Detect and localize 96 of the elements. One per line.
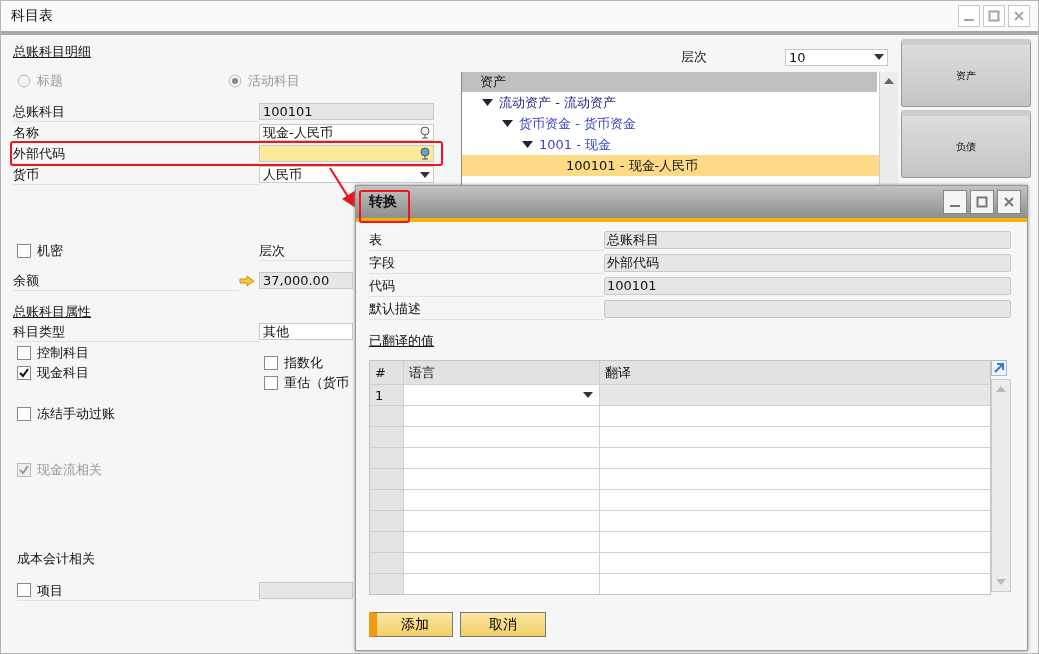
field-label: 外部代码 (13, 143, 259, 164)
checkbox-label: 指数化 (284, 354, 323, 372)
radio-label: 标题 (37, 72, 63, 90)
expand-icon[interactable] (991, 360, 1007, 376)
section-heading: 成本会计相关 (17, 550, 95, 568)
input-field[interactable]: 100101 (604, 276, 1011, 295)
tree-item[interactable]: 流动资产 - 流动资产 (462, 92, 879, 113)
checkbox-label: 现金流相关 (37, 461, 102, 479)
table-cell[interactable] (600, 385, 990, 405)
table-cell[interactable] (404, 448, 600, 468)
minimize-button[interactable] (943, 190, 967, 214)
checkbox[interactable] (17, 407, 31, 421)
field-label: 表 (369, 228, 604, 251)
input-field[interactable]: 人民币 (259, 166, 434, 183)
input-field[interactable] (259, 582, 353, 599)
table-cell[interactable] (600, 511, 990, 531)
input-field[interactable]: 现金-人民币 (259, 124, 434, 141)
expand-arrow-icon[interactable] (482, 99, 493, 106)
section-heading: 总账科目明细 (13, 43, 91, 61)
checkbox-label: 冻结手动过账 (37, 405, 115, 423)
table-cell[interactable] (600, 532, 990, 552)
field-label: 层次 (259, 241, 351, 261)
scroll-up-icon[interactable] (884, 78, 894, 84)
minimize-button[interactable] (958, 5, 980, 27)
checkbox[interactable] (264, 356, 278, 370)
checkbox-label: 项目 (37, 581, 63, 600)
field-label: 字段 (369, 251, 604, 274)
checkbox[interactable] (17, 366, 31, 380)
tree-header: 资产 (462, 72, 877, 92)
dropdown-arrow-icon[interactable] (583, 392, 593, 398)
row-header: 1 (370, 385, 404, 405)
table-cell[interactable] (600, 469, 990, 489)
field-label: 总账科目 (13, 101, 259, 122)
table-cell[interactable] (404, 406, 600, 426)
table-cell[interactable] (600, 448, 990, 468)
field-label: 层次 (681, 48, 708, 66)
field-label: 科目类型 (13, 321, 259, 342)
table-cell[interactable] (404, 553, 600, 573)
checkbox[interactable] (17, 583, 31, 597)
window-title: 科目表 (11, 7, 53, 25)
table-cell[interactable] (600, 490, 990, 510)
input-field[interactable]: 总账科目 (604, 230, 1011, 249)
field-label: 余额 (13, 270, 239, 291)
drawer-tab[interactable]: 负债 (901, 110, 1031, 178)
highlight-box (359, 190, 410, 223)
table-cell[interactable] (404, 574, 600, 594)
section-heading: 已翻译的值 (369, 332, 434, 350)
arrow-icon[interactable] (239, 274, 255, 287)
close-button[interactable] (997, 190, 1021, 214)
dropdown-arrow-icon[interactable] (874, 54, 884, 60)
input-field[interactable]: 外部代码 (604, 253, 1011, 272)
level-dropdown[interactable]: 10 (785, 48, 888, 66)
checkbox[interactable] (17, 244, 31, 258)
checkbox-label: 控制科目 (37, 344, 89, 362)
dialog-title: 转换 (369, 193, 397, 211)
section-heading: 总账科目属性 (13, 303, 91, 321)
drawer-tab[interactable]: 资产 (901, 39, 1031, 107)
add-button[interactable]: 添加 (369, 612, 453, 637)
table-cell[interactable] (404, 385, 600, 405)
table-cell[interactable] (600, 553, 990, 573)
close-button[interactable] (1008, 5, 1030, 27)
tree-item[interactable]: 1001 - 现金 (462, 134, 879, 155)
field-label: 代码 (369, 274, 604, 297)
table-cell[interactable] (404, 532, 600, 552)
table-cell[interactable] (600, 406, 990, 426)
table-cell[interactable] (404, 469, 600, 489)
dropdown-field[interactable]: 其他 (259, 323, 353, 340)
checkbox-label: 机密 (37, 242, 63, 260)
table-cell[interactable] (404, 511, 600, 531)
dropdown-arrow-icon[interactable] (420, 171, 430, 178)
expand-arrow-icon[interactable] (502, 120, 513, 127)
checkbox[interactable] (264, 376, 278, 390)
table-cell[interactable] (404, 427, 600, 447)
input-field[interactable]: 100101 (259, 103, 434, 120)
expand-arrow-icon[interactable] (522, 141, 533, 148)
table-cell[interactable] (600, 427, 990, 447)
table-cell[interactable] (600, 574, 990, 594)
tree-item[interactable]: 货币资金 - 货币资金 (462, 113, 879, 134)
globe-icon[interactable] (420, 147, 430, 160)
table-cell[interactable] (404, 490, 600, 510)
checkbox-label: 重估（货币 (284, 374, 349, 392)
scrollbar[interactable] (991, 379, 1011, 592)
tree-item[interactable]: 100101 - 现金-人民币 (462, 155, 879, 176)
globe-icon[interactable] (420, 126, 430, 139)
maximize-button[interactable] (970, 190, 994, 214)
input-field[interactable] (259, 145, 434, 162)
maximize-button[interactable] (983, 5, 1005, 27)
checkbox-label: 现金科目 (37, 364, 89, 382)
field-label: 货币 (13, 164, 259, 185)
cancel-button[interactable]: 取消 (460, 612, 546, 637)
checkbox[interactable] (17, 346, 31, 360)
input-field[interactable] (604, 299, 1011, 318)
field-label: 默认描述 (369, 297, 604, 320)
radio-label: 活动科目 (247, 72, 300, 90)
input-field[interactable]: 37,000.00 (259, 272, 353, 289)
scroll-down-icon[interactable] (996, 579, 1006, 585)
